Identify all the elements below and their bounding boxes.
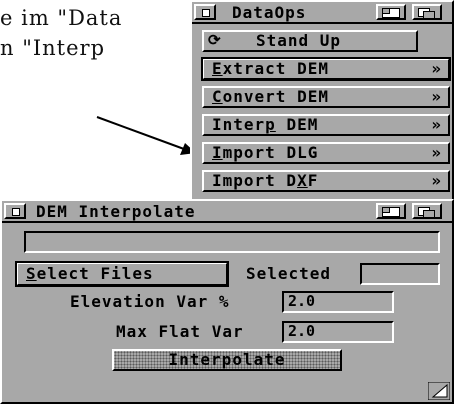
import-dxf-button[interactable]: Import DXF » (202, 170, 450, 192)
import-dlg-label: Import DLG (212, 143, 319, 162)
convert-dem-label: Convert DEM (212, 87, 329, 106)
interp-titlebar[interactable]: DEM Interpolate (2, 201, 452, 223)
interpolate-label: Interpolate (168, 350, 286, 369)
selected-label: Selected (246, 264, 332, 283)
select-files-label: Select Files (26, 264, 154, 283)
select-files-button[interactable]: Select Files (15, 261, 229, 287)
zoom-gadget-icon[interactable] (376, 203, 406, 219)
extract-dem-button[interactable]: Extract DEM » (201, 57, 451, 81)
depth-gadget-icon[interactable] (412, 4, 442, 20)
interp-dem-label: Interp DEM (212, 115, 319, 134)
status-field (24, 231, 440, 253)
chevron-right-icon: » (431, 87, 442, 106)
chevron-right-icon: » (431, 171, 442, 190)
import-dxf-label: Import DXF (212, 171, 319, 190)
max-flat-var-label: Max Flat Var (116, 322, 244, 341)
close-gadget-icon[interactable] (4, 203, 26, 219)
elevation-var-input[interactable]: 2.0 (282, 291, 394, 313)
depth-gadget-icon[interactable] (412, 203, 442, 219)
interp-dem-button[interactable]: Interp DEM » (202, 114, 450, 136)
dem-interpolate-window: DEM Interpolate Select Files Selected El… (0, 199, 454, 404)
zoom-gadget-icon[interactable] (376, 4, 406, 20)
selected-field (360, 263, 440, 285)
resize-handle-icon[interactable] (428, 382, 450, 400)
stand-up-label: Stand Up (256, 31, 342, 50)
chevron-right-icon: » (431, 59, 442, 78)
elevation-var-label: Elevation Var % (70, 292, 230, 311)
stand-up-button[interactable]: ⟳ Stand Up (202, 30, 418, 52)
close-gadget-icon[interactable] (194, 4, 216, 20)
interp-title: DEM Interpolate (36, 202, 196, 221)
interpolate-button[interactable]: Interpolate (112, 349, 342, 371)
chevron-right-icon: » (431, 143, 442, 162)
dataops-title: DataOps (232, 3, 307, 22)
convert-dem-button[interactable]: Convert DEM » (202, 86, 450, 108)
chevron-right-icon: » (431, 115, 442, 134)
dataops-window: DataOps ⟳ Stand Up Extract DEM » Convert… (190, 0, 454, 222)
dataops-titlebar[interactable]: DataOps (192, 2, 452, 24)
max-flat-var-input[interactable]: 2.0 (282, 321, 394, 343)
cycle-icon: ⟳ (208, 31, 222, 49)
import-dlg-button[interactable]: Import DLG » (202, 142, 450, 164)
extract-dem-label: Extract DEM (212, 59, 329, 78)
